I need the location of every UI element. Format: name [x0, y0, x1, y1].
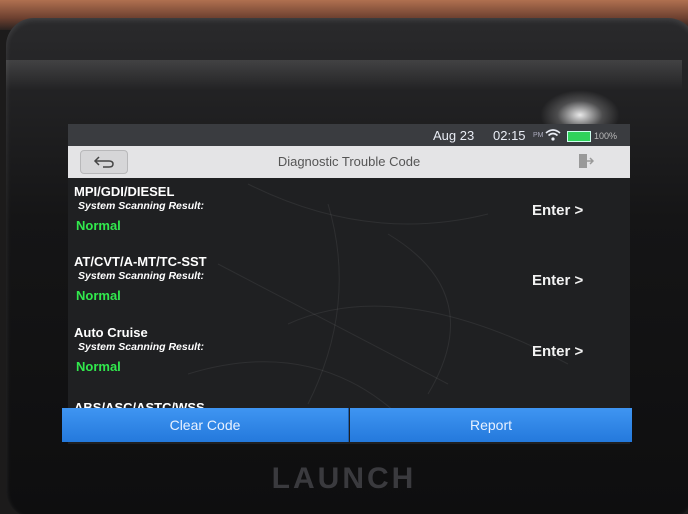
enter-button[interactable]: Enter > — [532, 272, 583, 289]
photo-background: Aug 23 02:15 PM 100% Diagnostic Trouble … — [0, 0, 688, 514]
status-date: Aug 23 — [433, 128, 475, 143]
device-brand-logo: LAUNCH — [271, 462, 417, 495]
enter-button[interactable]: Enter > — [532, 202, 583, 219]
title-bar: Diagnostic Trouble Code — [68, 146, 630, 178]
system-item: AT/CVT/A-MT/TC-SST System Scanning Resul… — [68, 248, 630, 318]
battery-percent: 100% — [594, 131, 618, 141]
system-name: MPI/GDI/DIESEL — [74, 184, 175, 199]
result-label: System Scanning Result: — [78, 200, 205, 212]
exit-icon[interactable] — [576, 152, 594, 170]
status-ampm: PM — [533, 132, 544, 139]
status-time: 02:15 — [493, 128, 526, 143]
system-name: Auto Cruise — [74, 325, 148, 340]
system-list: MPI/GDI/DIESEL System Scanning Result: N… — [68, 178, 630, 408]
status-text: Normal — [76, 359, 121, 374]
enter-button[interactable]: Enter > — [532, 343, 583, 360]
system-item: MPI/GDI/DIESEL System Scanning Result: N… — [68, 178, 630, 248]
status-bar: Aug 23 02:15 PM 100% — [68, 124, 630, 146]
result-label: System Scanning Result: — [78, 270, 205, 282]
status-text: Normal — [76, 288, 121, 303]
result-label: System Scanning Result: — [78, 341, 205, 353]
system-name-partial[interactable]: ABS/ASC/ASTC/WSS — [74, 400, 205, 408]
report-button[interactable]: Report — [350, 408, 632, 442]
action-bar: Clear Code Report — [62, 408, 632, 442]
status-text: Normal — [76, 218, 121, 233]
battery-icon — [567, 131, 591, 142]
wifi-icon — [545, 129, 561, 141]
device-screen: Aug 23 02:15 PM 100% Diagnostic Trouble … — [68, 124, 630, 444]
system-item: Auto Cruise System Scanning Result: Norm… — [68, 319, 630, 389]
system-name: AT/CVT/A-MT/TC-SST — [74, 254, 207, 269]
bezel-reflection — [6, 60, 682, 90]
page-title: Diagnostic Trouble Code — [277, 154, 421, 169]
clear-code-button[interactable]: Clear Code — [62, 408, 349, 442]
